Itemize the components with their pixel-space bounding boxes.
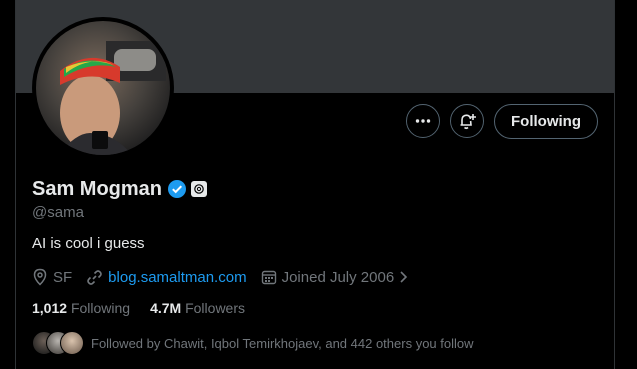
location-text: SF — [53, 268, 73, 286]
following-button[interactable]: Following — [494, 104, 598, 139]
more-button[interactable] — [406, 104, 440, 138]
profile-bio: AI is cool i guess — [32, 235, 145, 252]
verified-badge-icon[interactable] — [167, 179, 187, 199]
following-count: 1,012 — [32, 300, 68, 316]
followers-count: 4.7M — [150, 300, 182, 316]
avatar-photo — [36, 21, 170, 155]
followers-stat[interactable]: 4.7M Followers — [150, 300, 245, 316]
mutual-avatars — [32, 331, 84, 355]
user-handle: @sama — [32, 204, 84, 221]
mutual-avatar — [60, 331, 84, 355]
openai-affiliation-icon[interactable] — [191, 181, 208, 197]
profile-meta: SF blog.samaltman.com Joined July 2006 — [32, 266, 424, 288]
following-button-label: Following — [511, 113, 581, 130]
followed-by-text: Followed by Chawit, Iqbol Temirkhojaev, … — [91, 335, 474, 351]
following-label: Following — [70, 300, 131, 316]
joined-text: Joined July 2006 — [281, 268, 395, 286]
location-item: SF — [32, 268, 72, 286]
website-item[interactable]: blog.samaltman.com — [86, 269, 247, 286]
website-link[interactable]: blog.samaltman.com — [108, 269, 246, 286]
followers-you-know[interactable]: Followed by Chawit, Iqbol Temirkhojaev, … — [32, 331, 474, 355]
followers-label: Followers — [185, 300, 245, 316]
right-rail — [615, 0, 637, 369]
notifications-button[interactable] — [450, 104, 484, 138]
calendar-icon — [261, 270, 276, 285]
stats-row: 1,012 Following 4.7M Followers — [32, 300, 265, 316]
name-row: Sam Mogman — [32, 177, 208, 201]
following-stat[interactable]: 1,012 Following — [32, 300, 130, 316]
more-horizontal-icon — [415, 119, 431, 123]
profile-avatar[interactable] — [32, 17, 174, 159]
link-icon — [87, 269, 102, 285]
joined-item[interactable]: Joined July 2006 — [261, 269, 411, 286]
location-pin-icon — [33, 268, 47, 286]
display-name: Sam Mogman — [32, 177, 163, 200]
profile-page: Following Sam Mogman @sama AI is cool i … — [0, 0, 637, 369]
chevron-right-icon — [400, 271, 408, 283]
notification-bell-plus-icon — [460, 114, 476, 130]
left-rail — [0, 0, 15, 369]
